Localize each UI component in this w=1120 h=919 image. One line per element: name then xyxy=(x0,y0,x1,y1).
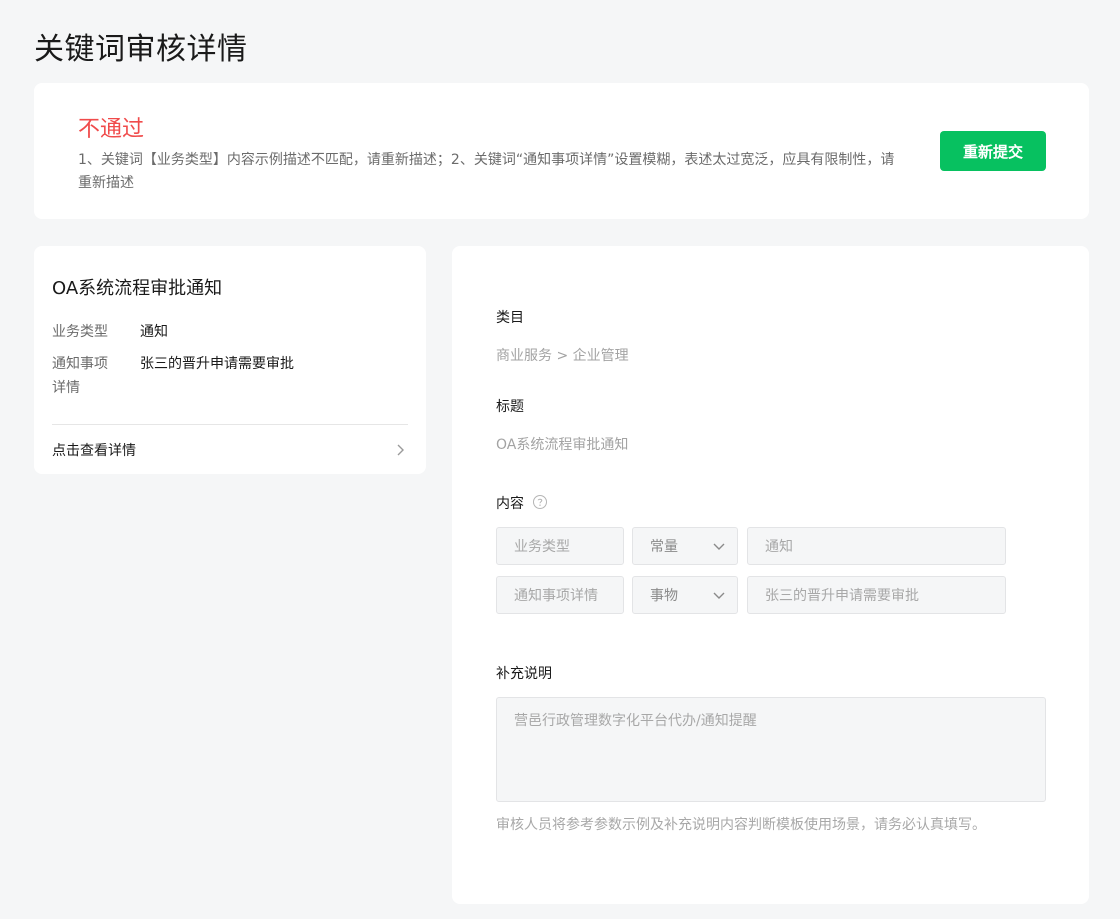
question-circle-icon[interactable] xyxy=(532,494,548,510)
preview-divider xyxy=(52,424,408,425)
chevron-down-icon xyxy=(713,543,725,550)
chevron-right-icon xyxy=(397,444,404,456)
preview-row-value: 张三的晋升申请需要审批 xyxy=(140,356,294,372)
review-status-description: 1、关键词【业务类型】内容示例描述不匹配，请重新描述；2、关键词“通知事项详情”… xyxy=(78,152,895,191)
param-example-field[interactable]: 通知 xyxy=(747,527,1006,565)
note-label: 补充说明 xyxy=(496,666,552,682)
param-example-field[interactable]: 张三的晋升申请需要审批 xyxy=(747,576,1006,614)
param-name-field[interactable]: 通知事项详情 xyxy=(496,576,624,614)
param-type-value: 常量 xyxy=(650,539,678,555)
review-status-title: 不通过 xyxy=(78,117,145,142)
param-type-select[interactable]: 常量 xyxy=(632,527,738,565)
param-name-field[interactable]: 业务类型 xyxy=(496,527,624,565)
content-label: 内容 xyxy=(496,496,524,512)
category-value: 商业服务 > 企业管理 xyxy=(496,348,629,364)
chevron-down-icon xyxy=(713,592,725,599)
hint-text: 审核人员将参考参数示例及补充说明内容判断模板使用场景，请务必认真填写。 xyxy=(496,817,986,833)
view-detail-link[interactable]: 点击查看详情 xyxy=(52,436,408,464)
param-type-value: 事物 xyxy=(650,588,678,604)
keyword-form-card: 类目 商业服务 > 企业管理 标题 OA系统流程审批通知 内容 业务类型 常量 … xyxy=(452,246,1089,904)
page-title: 关键词审核详情 xyxy=(34,32,248,67)
category-label: 类目 xyxy=(496,310,524,326)
review-status-card: 不通过 1、关键词【业务类型】内容示例描述不匹配，请重新描述；2、关键词“通知事… xyxy=(34,83,1089,219)
preview-title: OA系统流程审批通知 xyxy=(52,278,223,299)
view-detail-label: 点击查看详情 xyxy=(52,443,136,459)
preview-row-key: 业务类型 xyxy=(52,324,108,340)
resubmit-button[interactable]: 重新提交 xyxy=(940,131,1046,171)
template-preview-card: OA系统流程审批通知 业务类型 通知 通知事项详情 张三的晋升申请需要审批 点击… xyxy=(34,246,426,474)
param-type-select[interactable]: 事物 xyxy=(632,576,738,614)
title-value: OA系统流程审批通知 xyxy=(496,437,629,453)
note-textarea[interactable]: 营邑行政管理数字化平台代办/通知提醒 xyxy=(496,697,1046,802)
preview-row-value: 通知 xyxy=(140,324,168,340)
preview-row-key: 通知事项详情 xyxy=(52,356,108,396)
title-label: 标题 xyxy=(496,399,524,415)
